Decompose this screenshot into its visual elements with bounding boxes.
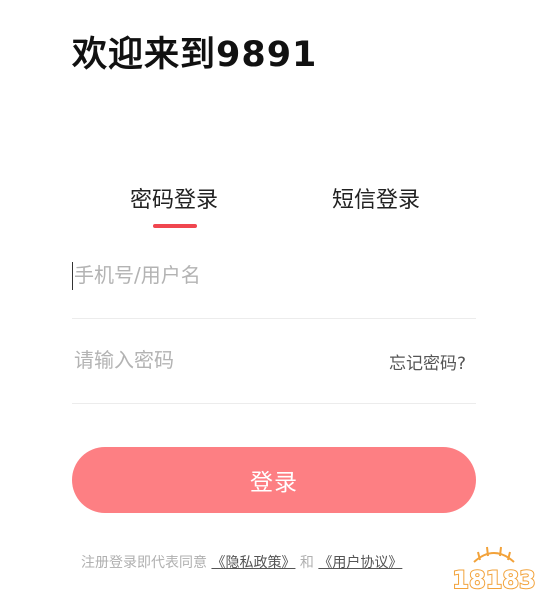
agreement-text: 注册登录即代表同意 《隐私政策》 和 《用户协议》	[81, 552, 402, 572]
login-tabs: 密码登录 短信登录	[0, 182, 550, 232]
agreement-conjunction: 和	[299, 555, 314, 571]
password-input[interactable]	[72, 339, 364, 381]
login-button[interactable]: 登录	[72, 447, 476, 513]
account-input[interactable]	[72, 254, 364, 296]
account-field	[72, 232, 476, 319]
svg-text:18183: 18183	[452, 566, 536, 594]
page-title: 欢迎来到9891	[72, 35, 318, 75]
active-tab-indicator	[153, 224, 197, 228]
watermark-logo: 18183	[451, 546, 537, 595]
privacy-policy-link[interactable]: 《隐私政策》	[211, 555, 295, 571]
password-field: 忘记密码?	[72, 317, 476, 404]
tab-password-login[interactable]: 密码登录	[130, 182, 218, 214]
tab-sms-login[interactable]: 短信登录	[332, 182, 420, 214]
forgot-password-link[interactable]: 忘记密码?	[389, 349, 466, 374]
user-agreement-link[interactable]: 《用户协议》	[318, 555, 402, 571]
agreement-prefix: 注册登录即代表同意	[81, 555, 207, 571]
